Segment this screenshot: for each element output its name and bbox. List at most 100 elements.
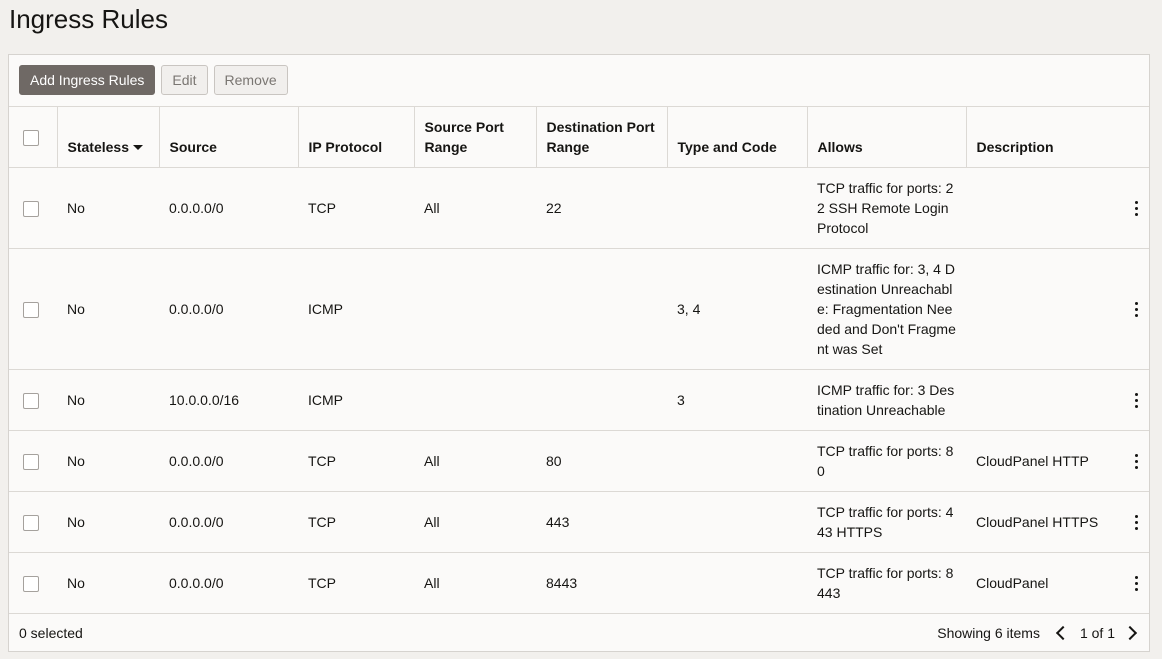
showing-items-label: Showing 6 items [937, 625, 1040, 641]
column-header-allows: Allows [806, 106, 966, 168]
cell-type-and-code [667, 552, 807, 614]
row-actions-menu[interactable] [1124, 369, 1149, 431]
table-row: No 0.0.0.0/0 TCP All 8443 TCP traffic fo… [9, 552, 1149, 614]
cell-source: 0.0.0.0/0 [159, 167, 298, 249]
kebab-menu-icon [1134, 454, 1139, 470]
row-select-cell [9, 167, 57, 249]
remove-button[interactable]: Remove [213, 65, 288, 95]
row-select-cell [9, 248, 57, 370]
row-checkbox[interactable] [23, 576, 39, 593]
cell-ip-protocol: TCP [298, 491, 414, 553]
chevron-left-icon[interactable] [1055, 625, 1071, 641]
row-select-cell [9, 369, 57, 431]
row-actions-menu[interactable] [1124, 248, 1149, 370]
cell-allows: TCP traffic for ports: 8443 [807, 552, 966, 614]
table-row: No 0.0.0.0/0 TCP All 22 TCP traffic for … [9, 167, 1149, 249]
cell-ip-protocol: TCP [298, 430, 414, 492]
row-checkbox[interactable] [23, 393, 39, 410]
select-all-checkbox[interactable] [23, 130, 39, 147]
row-actions-menu[interactable] [1124, 167, 1149, 249]
cell-allows: ICMP traffic for: 3 Destination Unreacha… [807, 369, 966, 431]
cell-description [966, 369, 1124, 431]
page-indicator: 1 of 1 [1079, 625, 1115, 641]
row-select-cell [9, 552, 57, 614]
toolbar: Add Ingress Rules Edit Remove [19, 65, 288, 97]
cell-destination-port-range [536, 248, 667, 370]
kebab-menu-icon [1134, 576, 1139, 592]
column-header-actions [1124, 106, 1149, 168]
cell-ip-protocol: ICMP [298, 369, 414, 431]
sort-descending-icon [132, 144, 143, 150]
cell-type-and-code: 3 [667, 369, 807, 431]
kebab-menu-icon [1134, 302, 1139, 318]
column-header-stateless[interactable]: Stateless [56, 106, 159, 168]
column-header-description: Description [965, 106, 1124, 168]
pagination: Showing 6 items 1 of 1 [937, 625, 1143, 641]
edit-button[interactable]: Edit [161, 65, 208, 95]
cell-destination-port-range [536, 369, 667, 431]
table-footer: 0 selected Showing 6 items 1 of 1 [9, 615, 1149, 651]
row-select-cell [9, 491, 57, 553]
cell-allows: TCP traffic for ports: 443 HTTPS [807, 491, 966, 553]
cell-type-and-code [667, 430, 807, 492]
cell-description: CloudPanel [966, 552, 1124, 614]
row-actions-menu[interactable] [1124, 491, 1149, 553]
row-actions-menu[interactable] [1124, 430, 1149, 492]
table-row: No 0.0.0.0/0 TCP All 80 TCP traffic for … [9, 430, 1149, 492]
cell-source-port-range [414, 248, 536, 370]
table-body: No 0.0.0.0/0 TCP All 22 TCP traffic for … [9, 167, 1149, 614]
row-checkbox[interactable] [23, 515, 39, 532]
table-row: No 0.0.0.0/0 TCP All 443 TCP traffic for… [9, 491, 1149, 553]
cell-source: 0.0.0.0/0 [159, 248, 298, 370]
cell-stateless: No [57, 552, 159, 614]
cell-source: 10.0.0.0/16 [159, 369, 298, 431]
cell-source-port-range [414, 369, 536, 431]
table-row: No 0.0.0.0/0 ICMP 3, 4 ICMP traffic for:… [9, 248, 1149, 370]
column-header-source-port-range: Source Port Range [413, 106, 536, 168]
cell-source: 0.0.0.0/0 [159, 491, 298, 553]
cell-ip-protocol: TCP [298, 552, 414, 614]
table-row: No 10.0.0.0/16 ICMP 3 ICMP traffic for: … [9, 369, 1149, 431]
selected-count: 0 selected [19, 625, 83, 641]
chevron-right-icon[interactable] [1122, 625, 1138, 641]
column-header-stateless-label: Stateless [67, 139, 129, 155]
cell-destination-port-range: 443 [536, 491, 667, 553]
row-checkbox[interactable] [23, 454, 39, 471]
cell-destination-port-range: 8443 [536, 552, 667, 614]
cell-source: 0.0.0.0/0 [159, 552, 298, 614]
row-checkbox[interactable] [23, 201, 39, 218]
row-select-cell [9, 430, 57, 492]
cell-description: CloudPanel HTTP [966, 430, 1124, 492]
cell-description [966, 248, 1124, 370]
cell-stateless: No [57, 369, 159, 431]
cell-stateless: No [57, 167, 159, 249]
cell-ip-protocol: ICMP [298, 248, 414, 370]
cell-source-port-range: All [414, 552, 536, 614]
cell-type-and-code [667, 167, 807, 249]
select-all-cell [9, 106, 57, 168]
table-header-row: Stateless Source IP Protocol Source Port… [9, 106, 1149, 168]
column-header-ip-protocol: IP Protocol [297, 106, 414, 168]
cell-ip-protocol: TCP [298, 167, 414, 249]
cell-allows: TCP traffic for ports: 80 [807, 430, 966, 492]
column-header-destination-port-range: Destination Port Range [535, 106, 667, 168]
kebab-menu-icon [1134, 515, 1139, 531]
ingress-rules-table: Stateless Source IP Protocol Source Port… [9, 106, 1149, 614]
cell-source-port-range: All [414, 167, 536, 249]
cell-source-port-range: All [414, 430, 536, 492]
row-actions-menu[interactable] [1124, 552, 1149, 614]
page-title: Ingress Rules [9, 4, 168, 34]
kebab-menu-icon [1134, 393, 1139, 409]
cell-description [966, 167, 1124, 249]
cell-source: 0.0.0.0/0 [159, 430, 298, 492]
cell-allows: TCP traffic for ports: 22 SSH Remote Log… [807, 167, 966, 249]
row-checkbox[interactable] [23, 302, 39, 319]
cell-destination-port-range: 22 [536, 167, 667, 249]
column-header-type-and-code: Type and Code [666, 106, 807, 168]
ingress-rules-panel: Add Ingress Rules Edit Remove Stateless [8, 54, 1150, 652]
add-ingress-rules-button[interactable]: Add Ingress Rules [19, 65, 156, 95]
cell-description: CloudPanel HTTPS [966, 491, 1124, 553]
cell-source-port-range: All [414, 491, 536, 553]
kebab-menu-icon [1134, 201, 1139, 217]
column-header-source: Source [158, 106, 298, 168]
